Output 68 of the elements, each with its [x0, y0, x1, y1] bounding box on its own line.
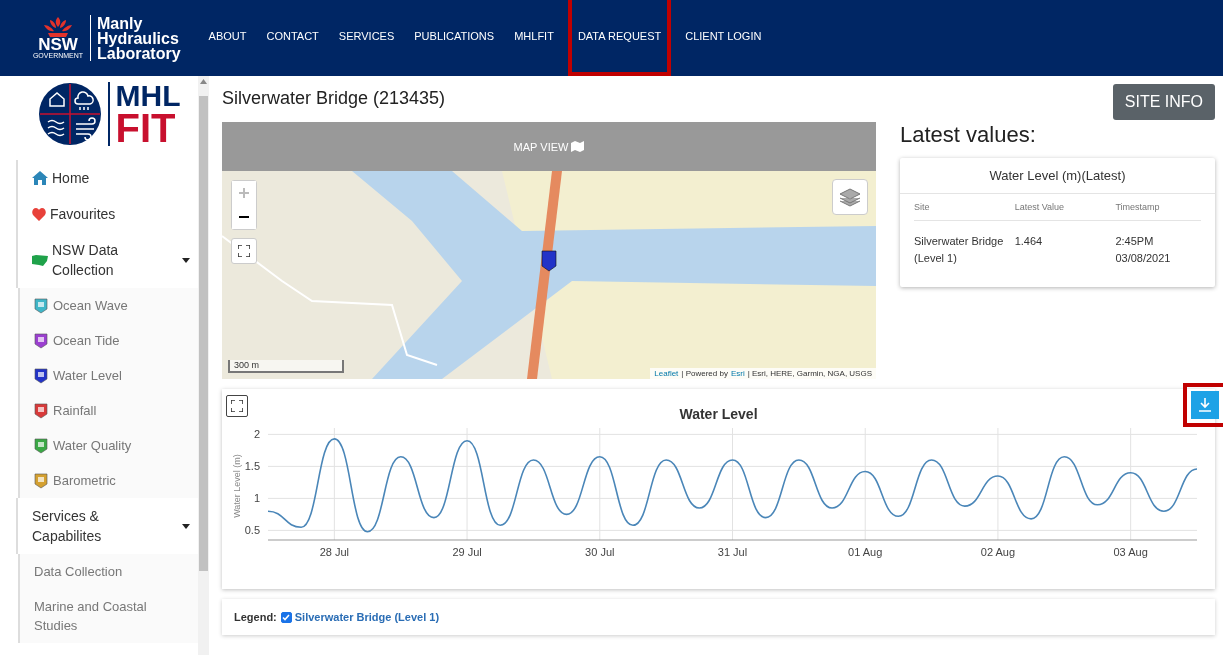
- axis-tick-label: 0.5: [244, 524, 260, 537]
- chart-title: Water Level: [678, 406, 759, 422]
- table-cell-text: 2:45PM 03/08/2021: [1115, 234, 1172, 266]
- map-icon: [571, 141, 585, 152]
- legend-bar: Legend: Silverwater Bridge (Level 1): [222, 599, 1215, 635]
- download-button[interactable]: [1191, 391, 1219, 419]
- sidebar-subitem[interactable]: Water Quality: [20, 428, 198, 463]
- attribution-link[interactable]: Esri: [730, 369, 745, 378]
- axis-tick-label: 01 Aug: [848, 546, 883, 558]
- nav-link[interactable]: PUBLICATIONS: [404, 0, 505, 76]
- axis-tick-label: 1: [253, 492, 260, 505]
- nav-link[interactable]: DATA REQUEST: [567, 0, 672, 76]
- nav-link[interactable]: ABOUT: [198, 0, 257, 76]
- heart-icon: [32, 207, 46, 221]
- layers-button[interactable]: [832, 179, 868, 215]
- fullscreen-icon: [238, 245, 250, 257]
- axis-tick-label: 03 Aug: [1113, 546, 1148, 558]
- sidebar-subitem[interactable]: Marine and Coastal Studies: [20, 589, 198, 643]
- axis-tick-label: 30 Jul: [585, 546, 615, 558]
- axis-tick-label: 29 Jul: [452, 546, 482, 558]
- logo-text: NSW: [38, 36, 78, 52]
- attribution-text: | Powered by: [681, 369, 728, 378]
- map-marker-icon: [541, 250, 557, 272]
- weather-circle-icon: [37, 82, 102, 146]
- latest-values-heading: Latest values:: [900, 122, 1037, 148]
- layers-icon: [839, 187, 861, 207]
- sidebar-subitem[interactable]: Water Level: [20, 358, 198, 393]
- axis-tick-label: 28 Jul: [319, 546, 350, 558]
- column-header: Latest Value: [1014, 194, 1116, 221]
- sidebar-subitem[interactable]: Data Collection: [20, 554, 198, 589]
- home-icon: [32, 171, 48, 185]
- axis-title: Water Level (m): [232, 454, 242, 518]
- table-cell-text: Silverwater Bridge (Level 1): [914, 234, 1005, 266]
- download-icon: [1199, 398, 1211, 412]
- legend-item[interactable]: Silverwater Bridge (Level 1): [280, 611, 440, 623]
- site-title: Silverwater Bridge (213435): [222, 88, 446, 109]
- checkbox[interactable]: [280, 611, 292, 623]
- plus-icon: [239, 188, 249, 198]
- sidebar-subitem[interactable]: Barometric: [20, 463, 198, 498]
- fullscreen-icon: [231, 400, 243, 412]
- scrollbar[interactable]: [198, 76, 209, 655]
- column-header: Timestamp: [1115, 194, 1201, 221]
- nav-link[interactable]: CLIENT LOGIN: [675, 0, 772, 76]
- axis-tick-label: 1.5: [244, 460, 260, 473]
- logo-text: MHL: [115, 82, 181, 110]
- table-cell-text: 1.464: [1014, 234, 1044, 249]
- logo-text: FIT: [115, 110, 177, 146]
- nav-link[interactable]: CONTACT: [256, 0, 329, 76]
- state-shape-icon: [32, 254, 48, 266]
- site-info-button[interactable]: SITE INFO: [1112, 84, 1215, 120]
- map-scale: 300 m: [228, 360, 344, 373]
- scroll-up-icon[interactable]: [200, 79, 207, 84]
- sidebar-subitem[interactable]: Rainfall: [20, 393, 198, 428]
- sidebar-subitem[interactable]: Ocean Tide: [20, 323, 198, 358]
- logo-name: Manly Hydraulics Laboratory: [97, 15, 181, 61]
- nav-link[interactable]: MHLFIT: [504, 0, 564, 76]
- card-title: Water Level (m)(Latest): [900, 158, 1215, 194]
- axis-tick-label: 2: [253, 428, 260, 441]
- fullscreen-button[interactable]: [226, 395, 248, 417]
- sidebar-subitem[interactable]: Ocean Wave: [20, 288, 198, 323]
- attribution-text: | Esri, HERE, Garmin, NGA, USGS: [747, 369, 872, 378]
- minus-icon: [239, 216, 249, 218]
- map-drawing[interactable]: 300 m Leaflet | Powered by Esri | Esri, HERE, Garmin, NGA, USGS: [222, 171, 876, 379]
- nav-link[interactable]: SERVICES: [328, 0, 405, 76]
- axis-tick-label: 31 Jul: [717, 546, 748, 558]
- axis-tick-label: 02 Aug: [980, 546, 1016, 558]
- attribution-link[interactable]: Leaflet: [654, 369, 679, 378]
- column-header: Site: [914, 194, 1015, 221]
